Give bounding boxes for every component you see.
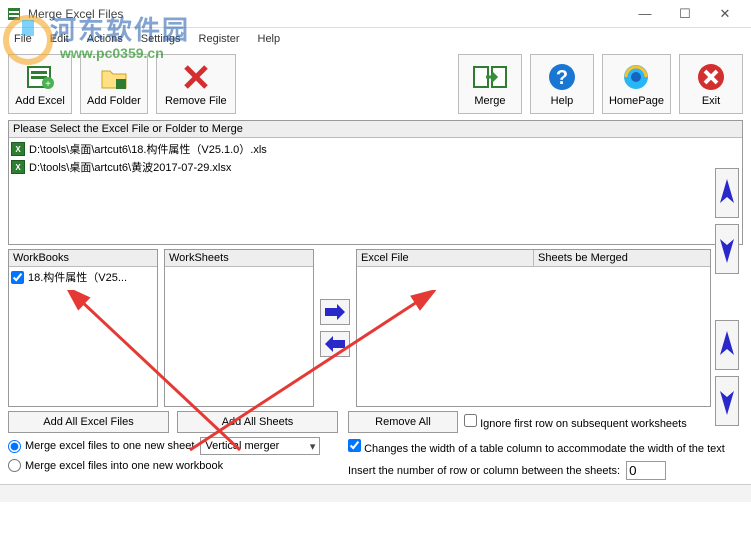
homepage-label: HomePage [609,95,664,107]
file-list-panel: Please Select the Excel File or Folder t… [8,120,743,245]
workbooks-header: WorkBooks [9,250,157,267]
file-path: D:\tools\桌面\artcut6\18.构件属性（V25.1.0）.xls [29,141,267,157]
add-excel-button[interactable]: + Add Excel [8,54,72,114]
excel-file-header: Excel File [357,250,534,267]
close-button[interactable]: ✕ [705,3,745,25]
remove-file-label: Remove File [165,95,227,107]
x-icon [180,61,212,93]
xls-icon: X [11,142,25,156]
menu-help[interactable]: Help [250,31,289,47]
homepage-button[interactable]: HomePage [602,54,671,114]
workbook-checkbox[interactable] [11,271,24,284]
remove-file-button[interactable]: Remove File [156,54,236,114]
menu-edit[interactable]: Edit [42,31,77,47]
file-row[interactable]: X D:\tools\桌面\artcut6\18.构件属性（V25.1.0）.xl… [11,140,740,158]
menu-register[interactable]: Register [191,31,248,47]
menu-file[interactable]: File [6,31,40,47]
workbooks-panel: WorkBooks 18.构件属性（V25... [8,249,158,407]
menu-settings[interactable]: Settings [133,31,189,47]
file-row[interactable]: X D:\tools\桌面\artcut6\黄波2017-07-29.xlsx [11,158,740,176]
add-all-sheets-button[interactable]: Add All Sheets [177,411,338,433]
maximize-button[interactable]: ☐ [665,3,705,25]
radio-one-workbook[interactable]: Merge excel files into one new workbook [8,459,223,472]
insert-number-input[interactable] [626,461,666,480]
status-bar [0,484,751,502]
worksheets-list[interactable] [165,267,313,406]
merger-type-select[interactable]: Vertical merger [200,437,320,455]
file-reorder-arrows [715,168,739,274]
exit-label: Exit [702,95,720,107]
merge-icon [472,61,508,93]
file-path: D:\tools\桌面\artcut6\黄波2017-07-29.xlsx [29,159,231,175]
add-folder-button[interactable]: Add Folder [80,54,148,114]
merge-target-panel: Excel File Sheets be Merged [356,249,711,407]
app-icon [6,6,22,22]
help-button[interactable]: ? Help [530,54,594,114]
add-folder-label: Add Folder [87,95,141,107]
svg-text:?: ? [556,67,568,89]
bottom-section: Add All Excel Files Add All Sheets Merge… [8,411,743,480]
merge-button[interactable]: Merge [458,54,522,114]
merge-label: Merge [474,95,505,107]
sheet-reorder-arrows [715,320,739,426]
remove-sheet-button[interactable] [320,331,350,357]
merge-target-list[interactable] [357,267,710,406]
change-width-checkbox[interactable]: Changes the width of a table column to a… [348,439,725,455]
insert-number-label: Insert the number of row or column betwe… [348,465,620,477]
move-up-button[interactable] [715,168,739,218]
sheet-move-down-button[interactable] [715,376,739,426]
exit-button[interactable]: Exit [679,54,743,114]
add-sheet-button[interactable] [320,299,350,325]
menu-bar: File Edit Actions Settings Register Help [0,28,751,50]
workbook-item[interactable]: 18.构件属性（V25... [9,267,157,287]
transfer-buttons [320,249,350,407]
ignore-first-row-checkbox[interactable]: Ignore first row on subsequent worksheet… [464,414,687,430]
xls-icon: X [11,160,25,174]
sheet-move-up-button[interactable] [715,320,739,370]
sheets-merged-header: Sheets be Merged [534,250,710,267]
remove-all-button[interactable]: Remove All [348,411,458,433]
file-list-header: Please Select the Excel File or Folder t… [9,121,742,138]
toolbar: + Add Excel Add Folder Remove File Merge… [0,50,751,118]
worksheets-panel: WorkSheets [164,249,314,407]
mid-section: WorkBooks 18.构件属性（V25... WorkSheets Exce… [8,249,711,407]
ie-icon [620,61,652,93]
workbook-label: 18.构件属性（V25... [28,269,127,285]
help-label: Help [551,95,574,107]
window-title: Merge Excel Files [28,7,625,21]
add-excel-label: Add Excel [15,95,65,107]
help-icon: ? [546,61,578,93]
worksheets-header: WorkSheets [165,250,313,267]
folder-icon [98,61,130,93]
svg-text:+: + [45,79,51,90]
radio-one-sheet[interactable]: Merge excel files to one new sheet [8,440,194,453]
title-bar: Merge Excel Files — ☐ ✕ [0,0,751,28]
exit-icon [695,61,727,93]
add-all-excel-button[interactable]: Add All Excel Files [8,411,169,433]
file-list[interactable]: X D:\tools\桌面\artcut6\18.构件属性（V25.1.0）.xl… [9,138,742,244]
minimize-button[interactable]: — [625,3,665,25]
move-down-button[interactable] [715,224,739,274]
excel-add-icon: + [24,61,56,93]
menu-actions[interactable]: Actions [79,31,131,47]
workbooks-list[interactable]: 18.构件属性（V25... [9,267,157,406]
